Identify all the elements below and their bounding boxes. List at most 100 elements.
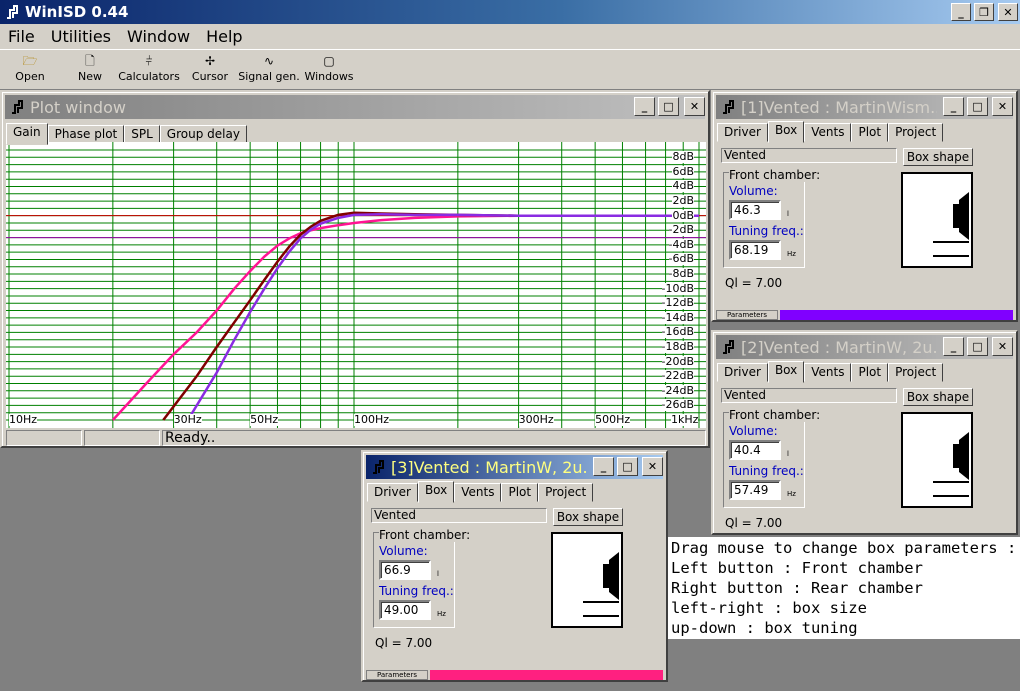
y-tick-label: 2dB	[672, 194, 694, 208]
tab-plot[interactable]: Plot	[501, 483, 539, 502]
parameters-strip: Parameters	[366, 670, 663, 680]
project-close-button[interactable]: ✕	[642, 457, 663, 476]
tuning-freq-input[interactable]: 68.19	[729, 240, 781, 260]
plot-close-button[interactable]: ✕	[684, 97, 705, 116]
close-button[interactable]: ✕	[998, 3, 1018, 21]
open-button[interactable]: 🗁 Open	[8, 52, 52, 88]
box-type-field[interactable]: Vented	[721, 388, 897, 403]
project-maximize-button[interactable]: □	[617, 457, 638, 476]
parameters-tab[interactable]: Parameters	[716, 310, 778, 320]
y-tick-label: 6dB	[672, 164, 694, 178]
tab-vents[interactable]: Vents	[454, 483, 502, 502]
plot-window-titlebar[interactable]: Plot window	[5, 95, 705, 119]
tab-driver[interactable]: Driver	[717, 123, 768, 142]
box-type-field[interactable]: Vented	[371, 508, 547, 523]
status-panel-1	[6, 430, 82, 446]
y-tick-label: -4dB	[668, 237, 694, 251]
winisd-logo-icon	[7, 5, 18, 19]
project-minimize-button[interactable]: _	[593, 457, 614, 476]
x-tick-label: 300Hz	[518, 413, 554, 426]
ql-value: Ql = 7.00	[375, 636, 433, 650]
plot-window-title: Plot window	[30, 97, 126, 117]
calculators-button[interactable]: ⫩ Calculators	[118, 52, 180, 88]
gain-curve-2	[162, 211, 699, 421]
front-chamber-label: Front chamber:	[379, 528, 471, 542]
tab-project[interactable]: Project	[888, 363, 944, 382]
x-tick-label: 1kHz	[671, 413, 699, 426]
y-tick-label: -6dB	[668, 252, 694, 266]
volume-input[interactable]: 40.4	[729, 440, 781, 460]
plot-window: Plot window _ □ ✕ Gain Phase plot SPL Gr…	[0, 90, 710, 448]
project-close-button[interactable]: ✕	[992, 337, 1013, 356]
project-close-button[interactable]: ✕	[992, 97, 1013, 116]
tab-box[interactable]: Box	[767, 361, 805, 383]
speaker-driver-icon	[933, 432, 969, 497]
status-panel-2	[84, 430, 160, 446]
winisd-logo-icon	[12, 100, 23, 114]
new-file-icon: 🗋	[85, 54, 95, 68]
project-minimize-button[interactable]: _	[943, 97, 964, 116]
box-shape-button[interactable]: Box shape	[553, 508, 623, 526]
project-minimize-button[interactable]: _	[943, 337, 964, 356]
cursor-button[interactable]: ✢ Cursor	[189, 52, 231, 88]
y-tick-label: -20dB	[661, 354, 694, 368]
box-type-field[interactable]: Vented	[721, 148, 897, 163]
project-maximize-button[interactable]: □	[967, 97, 988, 116]
y-tick-label: -24dB	[661, 383, 694, 397]
box-shape-preview[interactable]	[901, 412, 973, 508]
parameters-tab[interactable]: Parameters	[366, 670, 428, 680]
front-chamber-label: Front chamber:	[729, 168, 821, 182]
tab-box[interactable]: Box	[417, 481, 455, 503]
new-button[interactable]: 🗋 New	[68, 52, 112, 88]
tuning-freq-input[interactable]: 57.49	[729, 480, 781, 500]
tuning-unit: Hz	[437, 610, 446, 618]
plot-minimize-button[interactable]: _	[634, 97, 655, 116]
box-shape-button[interactable]: Box shape	[903, 388, 973, 406]
tab-project[interactable]: Project	[888, 123, 944, 142]
y-tick-label: -12dB	[661, 296, 694, 310]
tab-vents[interactable]: Vents	[804, 123, 852, 142]
app-titlebar[interactable]: WinISD 0.44 _ ❐ ✕	[0, 0, 1020, 24]
drag-help-tooltip: Drag mouse to change box parameters : Le…	[668, 537, 1020, 639]
project-title: [1]Vented : MartinWism...	[741, 97, 937, 117]
box-shape-preview[interactable]	[901, 172, 973, 268]
volume-input[interactable]: 66.9	[379, 560, 431, 580]
tab-gain[interactable]: Gain	[6, 123, 48, 145]
menu-window[interactable]: Window	[119, 27, 198, 46]
project-maximize-button[interactable]: □	[967, 337, 988, 356]
x-tick-label: 50Hz	[250, 413, 279, 426]
tab-plot[interactable]: Plot	[851, 123, 889, 142]
tab-driver[interactable]: Driver	[717, 363, 768, 382]
box-shape-preview[interactable]	[551, 532, 623, 628]
signal-gen-button[interactable]: ∿ Signal gen.	[238, 52, 300, 88]
speaker-driver-icon	[933, 192, 969, 257]
y-tick-label: 8dB	[672, 150, 694, 164]
tooltip-line: Drag mouse to change box parameters :	[671, 539, 1017, 557]
app-title: WinISD 0.44	[25, 3, 129, 21]
tab-box[interactable]: Box	[767, 121, 805, 143]
tab-plot[interactable]: Plot	[851, 363, 889, 382]
tab-driver[interactable]: Driver	[367, 483, 418, 502]
tuning-freq-input[interactable]: 49.00	[379, 600, 431, 620]
project-tabs: Driver Box Vents Plot Project	[717, 120, 944, 143]
winisd-logo-icon	[723, 100, 734, 114]
sine-wave-icon: ∿	[263, 54, 275, 68]
volume-input[interactable]: 46.3	[729, 200, 781, 220]
tab-vents[interactable]: Vents	[804, 363, 852, 382]
menu-utilities[interactable]: Utilities	[43, 27, 119, 46]
cursor-icon: ✢	[204, 54, 216, 68]
menu-file[interactable]: File	[0, 27, 43, 46]
tuning-freq-label: Tuning freq.:	[729, 464, 804, 478]
y-tick-label: -16dB	[661, 325, 694, 339]
y-tick-label: 0dB	[672, 208, 694, 222]
tab-project[interactable]: Project	[538, 483, 594, 502]
gain-plot[interactable]: 8dB 6dB 4dB 2dB 0dB -2dB -4dB -6dB -8dB -10dB -12d…	[6, 142, 706, 428]
menu-help[interactable]: Help	[198, 27, 250, 46]
box-shape-button[interactable]: Box shape	[903, 148, 973, 166]
minimize-button[interactable]: _	[951, 3, 971, 21]
parameters-strip: Parameters	[716, 310, 1013, 320]
restore-button[interactable]: ❐	[974, 3, 994, 21]
windows-button[interactable]: ▢ Windows	[304, 52, 354, 88]
project-window-2: [2]Vented : MartinW, 2u... _ □ ✕ Driver B…	[711, 330, 1018, 535]
plot-maximize-button[interactable]: □	[658, 97, 679, 116]
